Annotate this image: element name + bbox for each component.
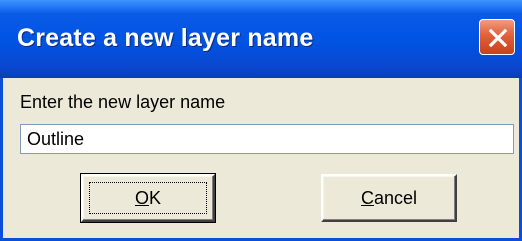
dialog-title: Create a new layer name bbox=[17, 24, 314, 52]
title-bar[interactable]: Create a new layer name bbox=[0, 0, 522, 78]
cancel-button-label: Cancel bbox=[361, 188, 417, 209]
prompt-label: Enter the new layer name bbox=[20, 92, 226, 112]
cancel-mnemonic: C bbox=[360, 187, 374, 208]
dialog-window: Create a new layer name Enter the new la… bbox=[0, 0, 522, 241]
ok-button[interactable]: OK bbox=[80, 173, 216, 223]
layer-name-input[interactable] bbox=[20, 124, 514, 154]
cancel-button[interactable]: Cancel bbox=[321, 174, 457, 222]
focus-rectangle bbox=[89, 182, 207, 214]
close-icon bbox=[488, 28, 508, 48]
cancel-label-rest: ancel bbox=[373, 187, 418, 208]
close-button[interactable] bbox=[479, 19, 515, 55]
